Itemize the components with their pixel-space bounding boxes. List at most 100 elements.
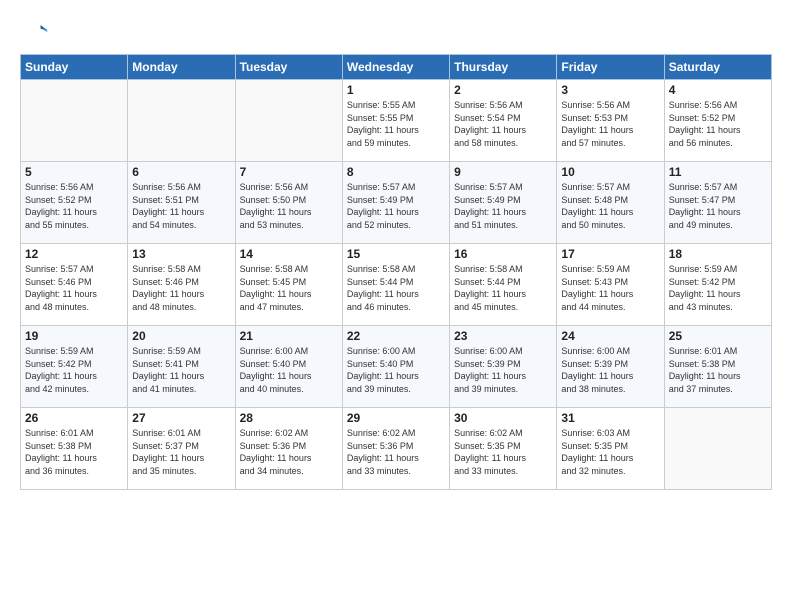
cell-info: Sunrise: 5:56 AM Sunset: 5:50 PM Dayligh… [240, 181, 338, 231]
cell-info: Sunrise: 5:57 AM Sunset: 5:46 PM Dayligh… [25, 263, 123, 313]
calendar-table: SundayMondayTuesdayWednesdayThursdayFrid… [20, 54, 772, 490]
day-number: 11 [669, 165, 767, 179]
day-number: 12 [25, 247, 123, 261]
cell-info: Sunrise: 5:59 AM Sunset: 5:42 PM Dayligh… [25, 345, 123, 395]
calendar-cell: 18 Sunrise: 5:59 AM Sunset: 5:42 PM Dayli… [664, 244, 771, 326]
col-header-friday: Friday [557, 55, 664, 80]
cell-info: Sunrise: 6:01 AM Sunset: 5:38 PM Dayligh… [25, 427, 123, 477]
calendar-cell: 12 Sunrise: 5:57 AM Sunset: 5:46 PM Dayli… [21, 244, 128, 326]
calendar-cell: 10Sunrise: 5:57 AM Sunset: 5:48 PM Dayli… [557, 162, 664, 244]
day-number: 23 [454, 329, 552, 343]
day-number: 5 [25, 165, 123, 179]
calendar-cell: 5 Sunrise: 5:56 AM Sunset: 5:52 PM Daylig… [21, 162, 128, 244]
calendar-cell: 21 Sunrise: 6:00 AM Sunset: 5:40 PM Dayli… [235, 326, 342, 408]
col-header-tuesday: Tuesday [235, 55, 342, 80]
cell-info: Sunrise: 5:59 AM Sunset: 5:41 PM Dayligh… [132, 345, 230, 395]
day-number: 28 [240, 411, 338, 425]
calendar-cell: 8Sunrise: 5:57 AM Sunset: 5:49 PM Daylig… [342, 162, 449, 244]
calendar-cell [21, 80, 128, 162]
day-number: 20 [132, 329, 230, 343]
day-number: 15 [347, 247, 445, 261]
day-number: 13 [132, 247, 230, 261]
calendar-cell: 29 Sunrise: 6:02 AM Sunset: 5:36 PM Dayli… [342, 408, 449, 490]
day-number: 24 [561, 329, 659, 343]
cell-info: Sunrise: 5:56 AM Sunset: 5:52 PM Dayligh… [25, 181, 123, 231]
day-number: 29 [347, 411, 445, 425]
day-number: 7 [240, 165, 338, 179]
calendar-cell: 20 Sunrise: 5:59 AM Sunset: 5:41 PM Dayli… [128, 326, 235, 408]
calendar-cell: 3 Sunrise: 5:56 AM Sunset: 5:53 PM Daylig… [557, 80, 664, 162]
cell-info: Sunrise: 5:56 AM Sunset: 5:54 PM Dayligh… [454, 99, 552, 149]
day-number: 30 [454, 411, 552, 425]
day-number: 31 [561, 411, 659, 425]
day-number: 26 [25, 411, 123, 425]
calendar-cell: 22 Sunrise: 6:00 AM Sunset: 5:40 PM Dayli… [342, 326, 449, 408]
calendar-cell: 27Sunrise: 6:01 AM Sunset: 5:37 PM Dayli… [128, 408, 235, 490]
cell-info: Sunrise: 6:00 AM Sunset: 5:40 PM Dayligh… [240, 345, 338, 395]
day-number: 25 [669, 329, 767, 343]
col-header-monday: Monday [128, 55, 235, 80]
logo [20, 18, 52, 46]
cell-info: Sunrise: 6:00 AM Sunset: 5:40 PM Dayligh… [347, 345, 445, 395]
cell-info: Sunrise: 5:56 AM Sunset: 5:53 PM Dayligh… [561, 99, 659, 149]
calendar-cell: 9 Sunrise: 5:57 AM Sunset: 5:49 PM Daylig… [450, 162, 557, 244]
day-number: 19 [25, 329, 123, 343]
day-number: 3 [561, 83, 659, 97]
col-header-thursday: Thursday [450, 55, 557, 80]
cell-info: Sunrise: 6:02 AM Sunset: 5:36 PM Dayligh… [240, 427, 338, 477]
calendar-cell: 14 Sunrise: 5:58 AM Sunset: 5:45 PM Dayli… [235, 244, 342, 326]
cell-info: Sunrise: 6:00 AM Sunset: 5:39 PM Dayligh… [454, 345, 552, 395]
day-number: 14 [240, 247, 338, 261]
cell-info: Sunrise: 5:57 AM Sunset: 5:49 PM Dayligh… [454, 181, 552, 231]
col-header-sunday: Sunday [21, 55, 128, 80]
calendar-cell: 1Sunrise: 5:55 AM Sunset: 5:55 PM Daylig… [342, 80, 449, 162]
calendar-cell: 13 Sunrise: 5:58 AM Sunset: 5:46 PM Dayli… [128, 244, 235, 326]
cell-info: Sunrise: 5:58 AM Sunset: 5:44 PM Dayligh… [347, 263, 445, 313]
day-number: 2 [454, 83, 552, 97]
calendar-cell: 15 Sunrise: 5:58 AM Sunset: 5:44 PM Dayli… [342, 244, 449, 326]
page: SundayMondayTuesdayWednesdayThursdayFrid… [0, 0, 792, 612]
col-header-wednesday: Wednesday [342, 55, 449, 80]
cell-info: Sunrise: 5:56 AM Sunset: 5:51 PM Dayligh… [132, 181, 230, 231]
calendar-cell: 16Sunrise: 5:58 AM Sunset: 5:44 PM Dayli… [450, 244, 557, 326]
calendar-cell [128, 80, 235, 162]
calendar-cell: 6 Sunrise: 5:56 AM Sunset: 5:51 PM Daylig… [128, 162, 235, 244]
day-number: 27 [132, 411, 230, 425]
calendar-cell [235, 80, 342, 162]
day-number: 21 [240, 329, 338, 343]
calendar-cell: 26 Sunrise: 6:01 AM Sunset: 5:38 PM Dayli… [21, 408, 128, 490]
cell-info: Sunrise: 5:56 AM Sunset: 5:52 PM Dayligh… [669, 99, 767, 149]
cell-info: Sunrise: 5:59 AM Sunset: 5:42 PM Dayligh… [669, 263, 767, 313]
calendar-cell [664, 408, 771, 490]
day-number: 4 [669, 83, 767, 97]
cell-info: Sunrise: 6:01 AM Sunset: 5:38 PM Dayligh… [669, 345, 767, 395]
day-number: 16 [454, 247, 552, 261]
calendar-cell: 2 Sunrise: 5:56 AM Sunset: 5:54 PM Daylig… [450, 80, 557, 162]
calendar-cell: 7 Sunrise: 5:56 AM Sunset: 5:50 PM Daylig… [235, 162, 342, 244]
col-header-saturday: Saturday [664, 55, 771, 80]
cell-info: Sunrise: 6:02 AM Sunset: 5:35 PM Dayligh… [454, 427, 552, 477]
day-number: 9 [454, 165, 552, 179]
cell-info: Sunrise: 5:57 AM Sunset: 5:48 PM Dayligh… [561, 181, 659, 231]
cell-info: Sunrise: 6:03 AM Sunset: 5:35 PM Dayligh… [561, 427, 659, 477]
cell-info: Sunrise: 5:57 AM Sunset: 5:49 PM Dayligh… [347, 181, 445, 231]
cell-info: Sunrise: 6:02 AM Sunset: 5:36 PM Dayligh… [347, 427, 445, 477]
calendar-cell: 28 Sunrise: 6:02 AM Sunset: 5:36 PM Dayli… [235, 408, 342, 490]
day-number: 17 [561, 247, 659, 261]
day-number: 22 [347, 329, 445, 343]
day-number: 6 [132, 165, 230, 179]
calendar-cell: 23 Sunrise: 6:00 AM Sunset: 5:39 PM Dayli… [450, 326, 557, 408]
calendar-cell: 25 Sunrise: 6:01 AM Sunset: 5:38 PM Dayli… [664, 326, 771, 408]
calendar-cell: 31 Sunrise: 6:03 AM Sunset: 5:35 PM Dayli… [557, 408, 664, 490]
cell-info: Sunrise: 5:57 AM Sunset: 5:47 PM Dayligh… [669, 181, 767, 231]
cell-info: Sunrise: 5:58 AM Sunset: 5:45 PM Dayligh… [240, 263, 338, 313]
calendar-cell: 4 Sunrise: 5:56 AM Sunset: 5:52 PM Daylig… [664, 80, 771, 162]
cell-info: Sunrise: 5:58 AM Sunset: 5:46 PM Dayligh… [132, 263, 230, 313]
calendar-cell: 11 Sunrise: 5:57 AM Sunset: 5:47 PM Dayli… [664, 162, 771, 244]
cell-info: Sunrise: 5:59 AM Sunset: 5:43 PM Dayligh… [561, 263, 659, 313]
day-number: 1 [347, 83, 445, 97]
day-number: 18 [669, 247, 767, 261]
calendar-cell: 17 Sunrise: 5:59 AM Sunset: 5:43 PM Dayli… [557, 244, 664, 326]
calendar-cell: 30 Sunrise: 6:02 AM Sunset: 5:35 PM Dayli… [450, 408, 557, 490]
calendar-cell: 24Sunrise: 6:00 AM Sunset: 5:39 PM Dayli… [557, 326, 664, 408]
